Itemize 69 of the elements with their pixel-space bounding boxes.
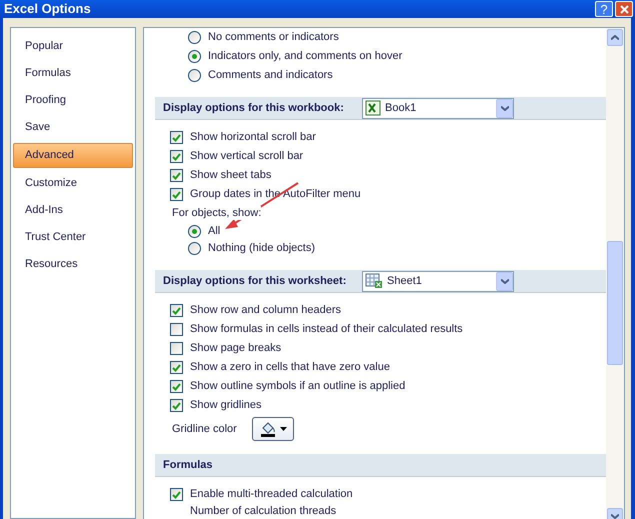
nav-item[interactable]: Popular: [13, 33, 133, 60]
radio-label: Comments and indicators: [208, 68, 333, 84]
scroll-thumb[interactable]: [607, 241, 623, 365]
field-label: Gridline color: [172, 422, 238, 437]
setting-label: Number of calculation threads: [189, 504, 336, 518]
spreadsheet-icon: [365, 100, 381, 116]
caret-down-icon: [611, 514, 619, 519]
nav-item[interactable]: Save: [13, 114, 133, 141]
nav-item[interactable]: Trust Center: [13, 224, 133, 251]
close-button[interactable]: [615, 1, 633, 17]
checkbox-label: Show gridlines: [190, 398, 262, 414]
radio-button[interactable]: [188, 31, 201, 44]
workbook-dropdown[interactable]: Sheet1: [362, 270, 514, 292]
scroll-up-button[interactable]: [607, 29, 623, 46]
scrollbar[interactable]: [606, 28, 624, 519]
section-title: Formulas: [163, 458, 214, 473]
dropdown-value: Sheet1: [387, 274, 423, 289]
checkbox-label: Show page breaks: [190, 341, 282, 356]
caret-down-icon: [500, 106, 508, 110]
checkbox-label: Show sheet tabs: [190, 168, 272, 184]
paint-bucket-icon: [260, 421, 276, 437]
checkbox[interactable]: [170, 188, 183, 201]
radio-label: Nothing (hide objects): [208, 241, 316, 256]
checkbox[interactable]: [170, 304, 183, 317]
checkbox-label: Show horizontal scroll bar: [190, 130, 316, 146]
checkbox[interactable]: [170, 169, 183, 182]
radio-label: No comments or indicators: [208, 30, 339, 46]
caret-up-icon: [611, 35, 619, 40]
close-icon: [620, 4, 628, 14]
window-title: Excel Options: [4, 0, 91, 18]
nav-item[interactable]: Resources: [13, 251, 133, 278]
checkbox[interactable]: [170, 150, 183, 163]
help-button[interactable]: ?: [595, 1, 613, 17]
radio-button[interactable]: [188, 242, 201, 255]
dropdown-value: Book1: [385, 100, 418, 116]
checkbox-label: Show formulas in cells instead of their calculated results: [190, 322, 463, 338]
workbook-dropdown[interactable]: Book1: [362, 98, 514, 118]
checkbox[interactable]: [170, 399, 183, 412]
checkbox[interactable]: [170, 131, 183, 144]
nav-item[interactable]: Proofing: [13, 87, 133, 114]
checkbox-label: Group dates in the AutoFilter menu: [190, 187, 361, 202]
checkbox-label: Show a zero in cells that have zero value: [190, 360, 390, 376]
section-title: Display options for this workbook:: [163, 100, 345, 116]
radio-button[interactable]: [188, 50, 201, 63]
dropdown-arrow-button[interactable]: [496, 98, 513, 118]
nav-item[interactable]: Add-Ins: [13, 197, 133, 224]
color-picker-button[interactable]: [252, 417, 294, 441]
checkbox-label: Show outline symbols if an outline is applied: [190, 379, 406, 394]
checkbox-label: Enable multi-threaded calculation: [190, 487, 353, 502]
checkbox[interactable]: [170, 342, 183, 355]
caret-down-icon: [280, 427, 286, 431]
nav-item[interactable]: Formulas: [13, 60, 133, 87]
radio-button[interactable]: [188, 224, 201, 238]
section-title: Display options for this worksheet:: [163, 274, 348, 289]
group-label: For objects, show:: [172, 206, 262, 220]
checkbox[interactable]: [170, 361, 183, 374]
checkbox-label: Show row and column headers: [190, 303, 342, 318]
radio-button[interactable]: [188, 69, 201, 82]
checkbox[interactable]: [170, 323, 183, 336]
caret-down-icon: [500, 278, 508, 284]
checkbox[interactable]: [170, 380, 183, 393]
radio-label: Indicators only, and comments on hover: [208, 49, 402, 64]
nav-item[interactable]: Advanced: [13, 143, 133, 168]
radio-label: All: [208, 224, 220, 239]
worksheet-icon: [365, 273, 383, 289]
checkbox[interactable]: [170, 488, 183, 501]
checkbox-label: Show vertical scroll bar: [190, 149, 304, 164]
dropdown-arrow-button[interactable]: [496, 272, 513, 290]
nav-item[interactable]: Customize: [13, 170, 133, 197]
